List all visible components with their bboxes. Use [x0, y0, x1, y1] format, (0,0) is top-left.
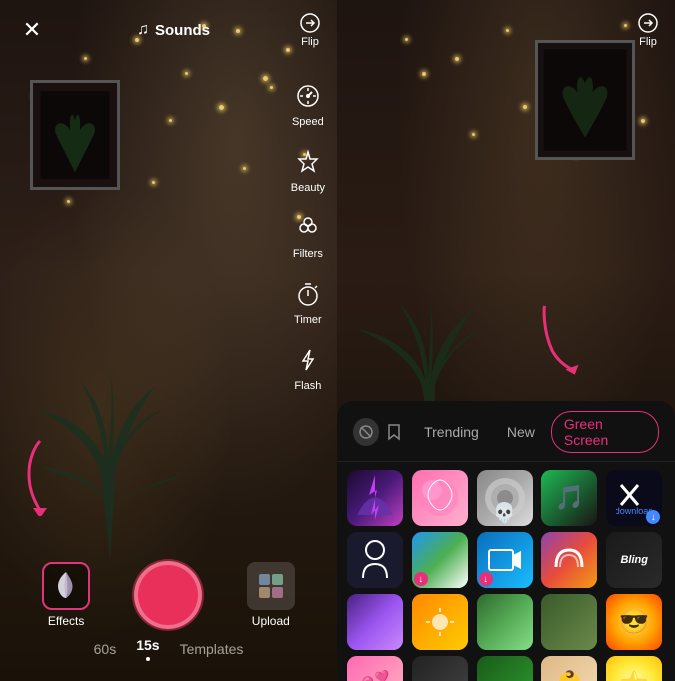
flip-label-left: Flip — [301, 36, 319, 48]
baby-emoji: 👶 — [554, 670, 584, 681]
duration-active-dot — [146, 657, 150, 661]
tab-trending[interactable]: Trending — [412, 420, 491, 444]
plant-silhouette-left — [20, 301, 200, 561]
duration-15s[interactable]: 15s — [136, 637, 159, 653]
effect-item[interactable]: 👶 — [541, 656, 597, 681]
effects-label: Effects — [48, 614, 84, 628]
flash-label: Flash — [294, 380, 321, 392]
upload-icon-box — [247, 562, 295, 610]
shutter-button[interactable] — [134, 561, 202, 629]
effect-item[interactable] — [412, 594, 468, 650]
effect-item[interactable]: ↓ — [412, 532, 468, 588]
duration-templates[interactable]: Templates — [180, 641, 244, 657]
flip-icon-left — [299, 12, 321, 34]
top-bar-left: ✕ ♫ Sounds Flip — [0, 0, 337, 60]
flip-label-right: Flip — [639, 36, 657, 48]
sun-rays-icon — [422, 604, 458, 640]
flash-control[interactable]: Flash — [291, 344, 325, 392]
flip-icon-right — [637, 12, 659, 34]
sounds-label: Sounds — [155, 22, 210, 39]
heart-emoji: 💕 — [360, 670, 390, 681]
speed-icon — [292, 80, 324, 112]
effects-button[interactable]: Effects — [42, 562, 90, 628]
left-camera-panel: ✕ ♫ Sounds Flip — [0, 0, 337, 681]
effect-item[interactable]: 💕 — [347, 656, 403, 681]
tab-saved-icon[interactable] — [383, 421, 404, 443]
wall-frame-left — [30, 80, 120, 190]
filters-control[interactable]: Filters — [291, 212, 325, 260]
effect-item[interactable] — [347, 594, 403, 650]
flip-button-left[interactable]: Flip — [299, 12, 321, 48]
bling-effect-item[interactable]: Bling — [606, 532, 662, 588]
spotify-icon: 🎵 — [554, 484, 584, 513]
music-icon: ♫ — [137, 21, 149, 39]
beauty-control[interactable]: Beauty — [291, 146, 325, 194]
effects-icon — [50, 570, 82, 602]
upload-icon — [257, 572, 285, 600]
duration-60s[interactable]: 60s — [94, 641, 117, 657]
duration-15s-wrapper: 15s — [136, 637, 159, 661]
effects-tabs: Trending New Green Screen — [337, 401, 675, 462]
effect-item[interactable] — [541, 532, 597, 588]
effect-item[interactable] — [477, 656, 533, 681]
effect-item[interactable] — [412, 470, 468, 526]
its-effect-item[interactable]: It's — [412, 656, 468, 681]
tab-new[interactable]: New — [495, 420, 547, 444]
video-effect-icon — [487, 542, 523, 578]
timer-icon — [292, 278, 324, 310]
filters-icon — [292, 212, 324, 244]
tab-no-effect[interactable] — [353, 418, 379, 446]
x-effect-icon: download — [616, 480, 652, 516]
close-button[interactable]: ✕ — [16, 14, 48, 46]
effect-item[interactable]: download ↓ — [606, 470, 662, 526]
effects-panel: Trending New Green Screen — [337, 401, 675, 681]
filters-label: Filters — [293, 248, 323, 260]
no-effect-icon — [359, 425, 373, 439]
flash-icon — [292, 344, 324, 376]
effects-icon-box — [42, 562, 90, 610]
bling-text: Bling — [620, 554, 648, 566]
upload-button[interactable]: Upload — [247, 562, 295, 628]
tab-green-screen[interactable]: Green Screen — [551, 411, 659, 453]
effects-arrow-annotation — [15, 436, 65, 521]
effect-item[interactable] — [347, 470, 403, 526]
top-bar-right: Flip — [337, 0, 675, 60]
bottom-bar-left: Effects Upload 60s 15s — [0, 561, 337, 681]
camera-main-controls: Effects Upload — [0, 561, 337, 629]
speed-control[interactable]: Speed — [291, 80, 325, 128]
beauty-icon — [292, 146, 324, 178]
sounds-button[interactable]: ♫ Sounds — [137, 21, 210, 39]
camera-controls-right-side: Speed Beauty Filters — [291, 80, 325, 392]
effect-item[interactable] — [477, 594, 533, 650]
effects-grid: 💀 💀 🎵 download ↓ — [337, 462, 675, 681]
bookmark-icon — [385, 423, 403, 441]
speed-label: Speed — [292, 116, 324, 128]
beauty-label: Beauty — [291, 182, 325, 194]
effect-item[interactable]: ↓ — [477, 532, 533, 588]
effect-item[interactable]: 💀 💀 — [477, 470, 533, 526]
timer-label: Timer — [294, 314, 322, 326]
effect-item[interactable]: 😎 — [606, 594, 662, 650]
duration-selector: 60s 15s Templates — [94, 637, 244, 661]
effect-item[interactable] — [347, 532, 403, 588]
right-camera-panel: Flip Trending New Green Sc — [337, 0, 675, 681]
flip-button-right[interactable]: Flip — [637, 12, 659, 48]
person-effect-icon — [358, 540, 392, 580]
timer-control[interactable]: Timer — [291, 278, 325, 326]
effect-item[interactable]: ⭐ — [606, 656, 662, 681]
sun-emoji: 😎 — [619, 608, 649, 637]
effect-item[interactable]: 🎵 — [541, 470, 597, 526]
star-emoji: ⭐ — [619, 670, 649, 681]
effect-item[interactable] — [541, 594, 597, 650]
upload-label: Upload — [252, 614, 290, 628]
rainbow-effect-icon — [551, 542, 587, 578]
